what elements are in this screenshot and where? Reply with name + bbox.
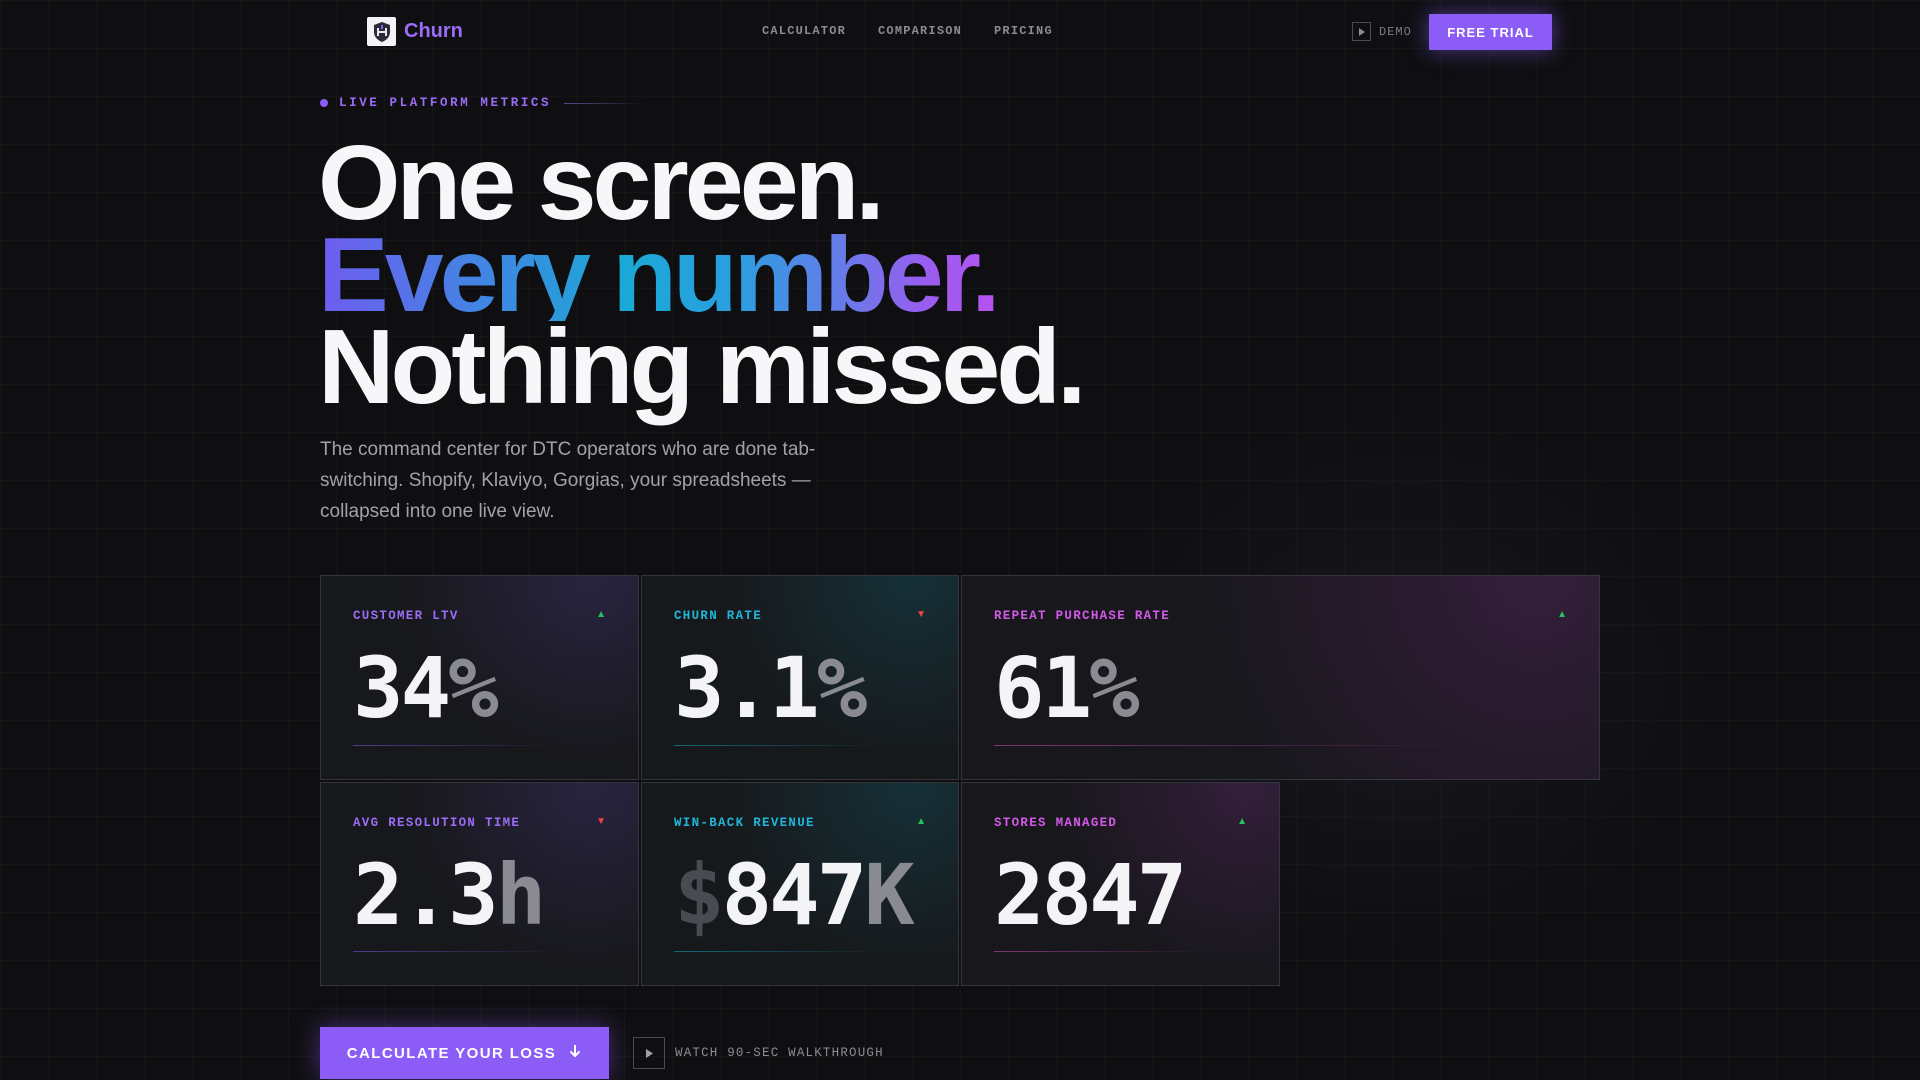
hero-subtext: The command center for DTC operators who…	[320, 439, 816, 522]
play-icon	[1352, 22, 1371, 41]
trend-down-icon: ▼	[916, 609, 926, 620]
demo-link[interactable]: DEMO	[1352, 22, 1412, 41]
metric-label: REPEAT PURCHASE RATE	[994, 609, 1171, 623]
card-divider	[353, 745, 563, 746]
metric-label: CUSTOMER LTV	[353, 609, 459, 623]
metric-label: WIN-BACK REVENUE	[674, 816, 815, 830]
metric-value: 3.1%	[674, 639, 867, 737]
arrow-down-icon	[568, 1044, 582, 1062]
metric-value: 34%	[353, 639, 499, 737]
top-nav: Churn CALCULATOR COMPARISON PRICING DEMO…	[0, 0, 1920, 64]
card-divider	[674, 745, 884, 746]
headline-line-3: Nothing missed.	[318, 308, 1087, 426]
hero-headline: One screen. Every number. Nothing missed…	[318, 130, 1087, 426]
metric-card-customer-ltv: CUSTOMER LTV ▲ 34%	[320, 575, 639, 780]
metric-label: STORES MANAGED	[994, 816, 1118, 830]
metric-card-avg-resolution-time: AVG RESOLUTION TIME ▼ 2.3h	[320, 782, 639, 986]
shield-logo-icon	[367, 17, 396, 46]
watch-label: WATCH 90-SEC WALKTHROUGH	[675, 1046, 884, 1060]
cta-label: CALCULATE YOUR LOSS	[346, 1044, 557, 1062]
card-divider	[674, 951, 884, 952]
nav-link-calculator[interactable]: CALCULATOR	[762, 24, 846, 38]
card-divider	[994, 951, 1204, 952]
metric-value: 61%	[994, 639, 1140, 737]
nav-link-comparison[interactable]: COMPARISON	[878, 24, 962, 38]
nav-links: CALCULATOR COMPARISON PRICING	[762, 24, 1053, 38]
brand-logo[interactable]: Churn	[367, 17, 463, 46]
trend-down-icon: ▼	[596, 816, 606, 827]
watch-walkthrough-link[interactable]: WATCH 90-SEC WALKTHROUGH	[633, 1037, 884, 1069]
trend-up-icon: ▲	[916, 816, 926, 827]
calculate-loss-button[interactable]: CALCULATE YOUR LOSS	[320, 1027, 609, 1079]
metric-card-stores-managed: STORES MANAGED ▲ 2847	[961, 782, 1280, 986]
live-dot-icon	[320, 99, 328, 107]
metric-label: CHURN RATE	[674, 609, 763, 623]
trend-up-icon: ▲	[1557, 609, 1567, 620]
eyebrow-divider	[564, 102, 645, 104]
trend-up-icon: ▲	[1237, 816, 1247, 827]
brand-name: Churn	[404, 20, 463, 42]
metric-card-repeat-purchase-rate: REPEAT PURCHASE RATE ▲ 61%	[961, 575, 1600, 780]
play-icon	[633, 1037, 665, 1069]
card-divider	[353, 951, 563, 952]
demo-label: DEMO	[1379, 24, 1412, 39]
card-divider	[994, 745, 1474, 746]
nav-link-pricing[interactable]: PRICING	[994, 24, 1053, 38]
eyebrow-text: LIVE PLATFORM METRICS	[339, 96, 552, 110]
metric-value: 2.3h	[353, 846, 546, 944]
metric-card-win-back-revenue: WIN-BACK REVENUE ▲ $847K	[641, 782, 959, 986]
free-trial-button[interactable]: FREE TRIAL	[1429, 14, 1552, 50]
metric-card-churn-rate: CHURN RATE ▼ 3.1%	[641, 575, 959, 780]
eyebrow: LIVE PLATFORM METRICS	[320, 96, 645, 110]
metric-value: 2847	[994, 846, 1187, 944]
metric-label: AVG RESOLUTION TIME	[353, 816, 521, 830]
metric-value: $847K	[674, 846, 915, 944]
trend-up-icon: ▲	[596, 609, 606, 620]
